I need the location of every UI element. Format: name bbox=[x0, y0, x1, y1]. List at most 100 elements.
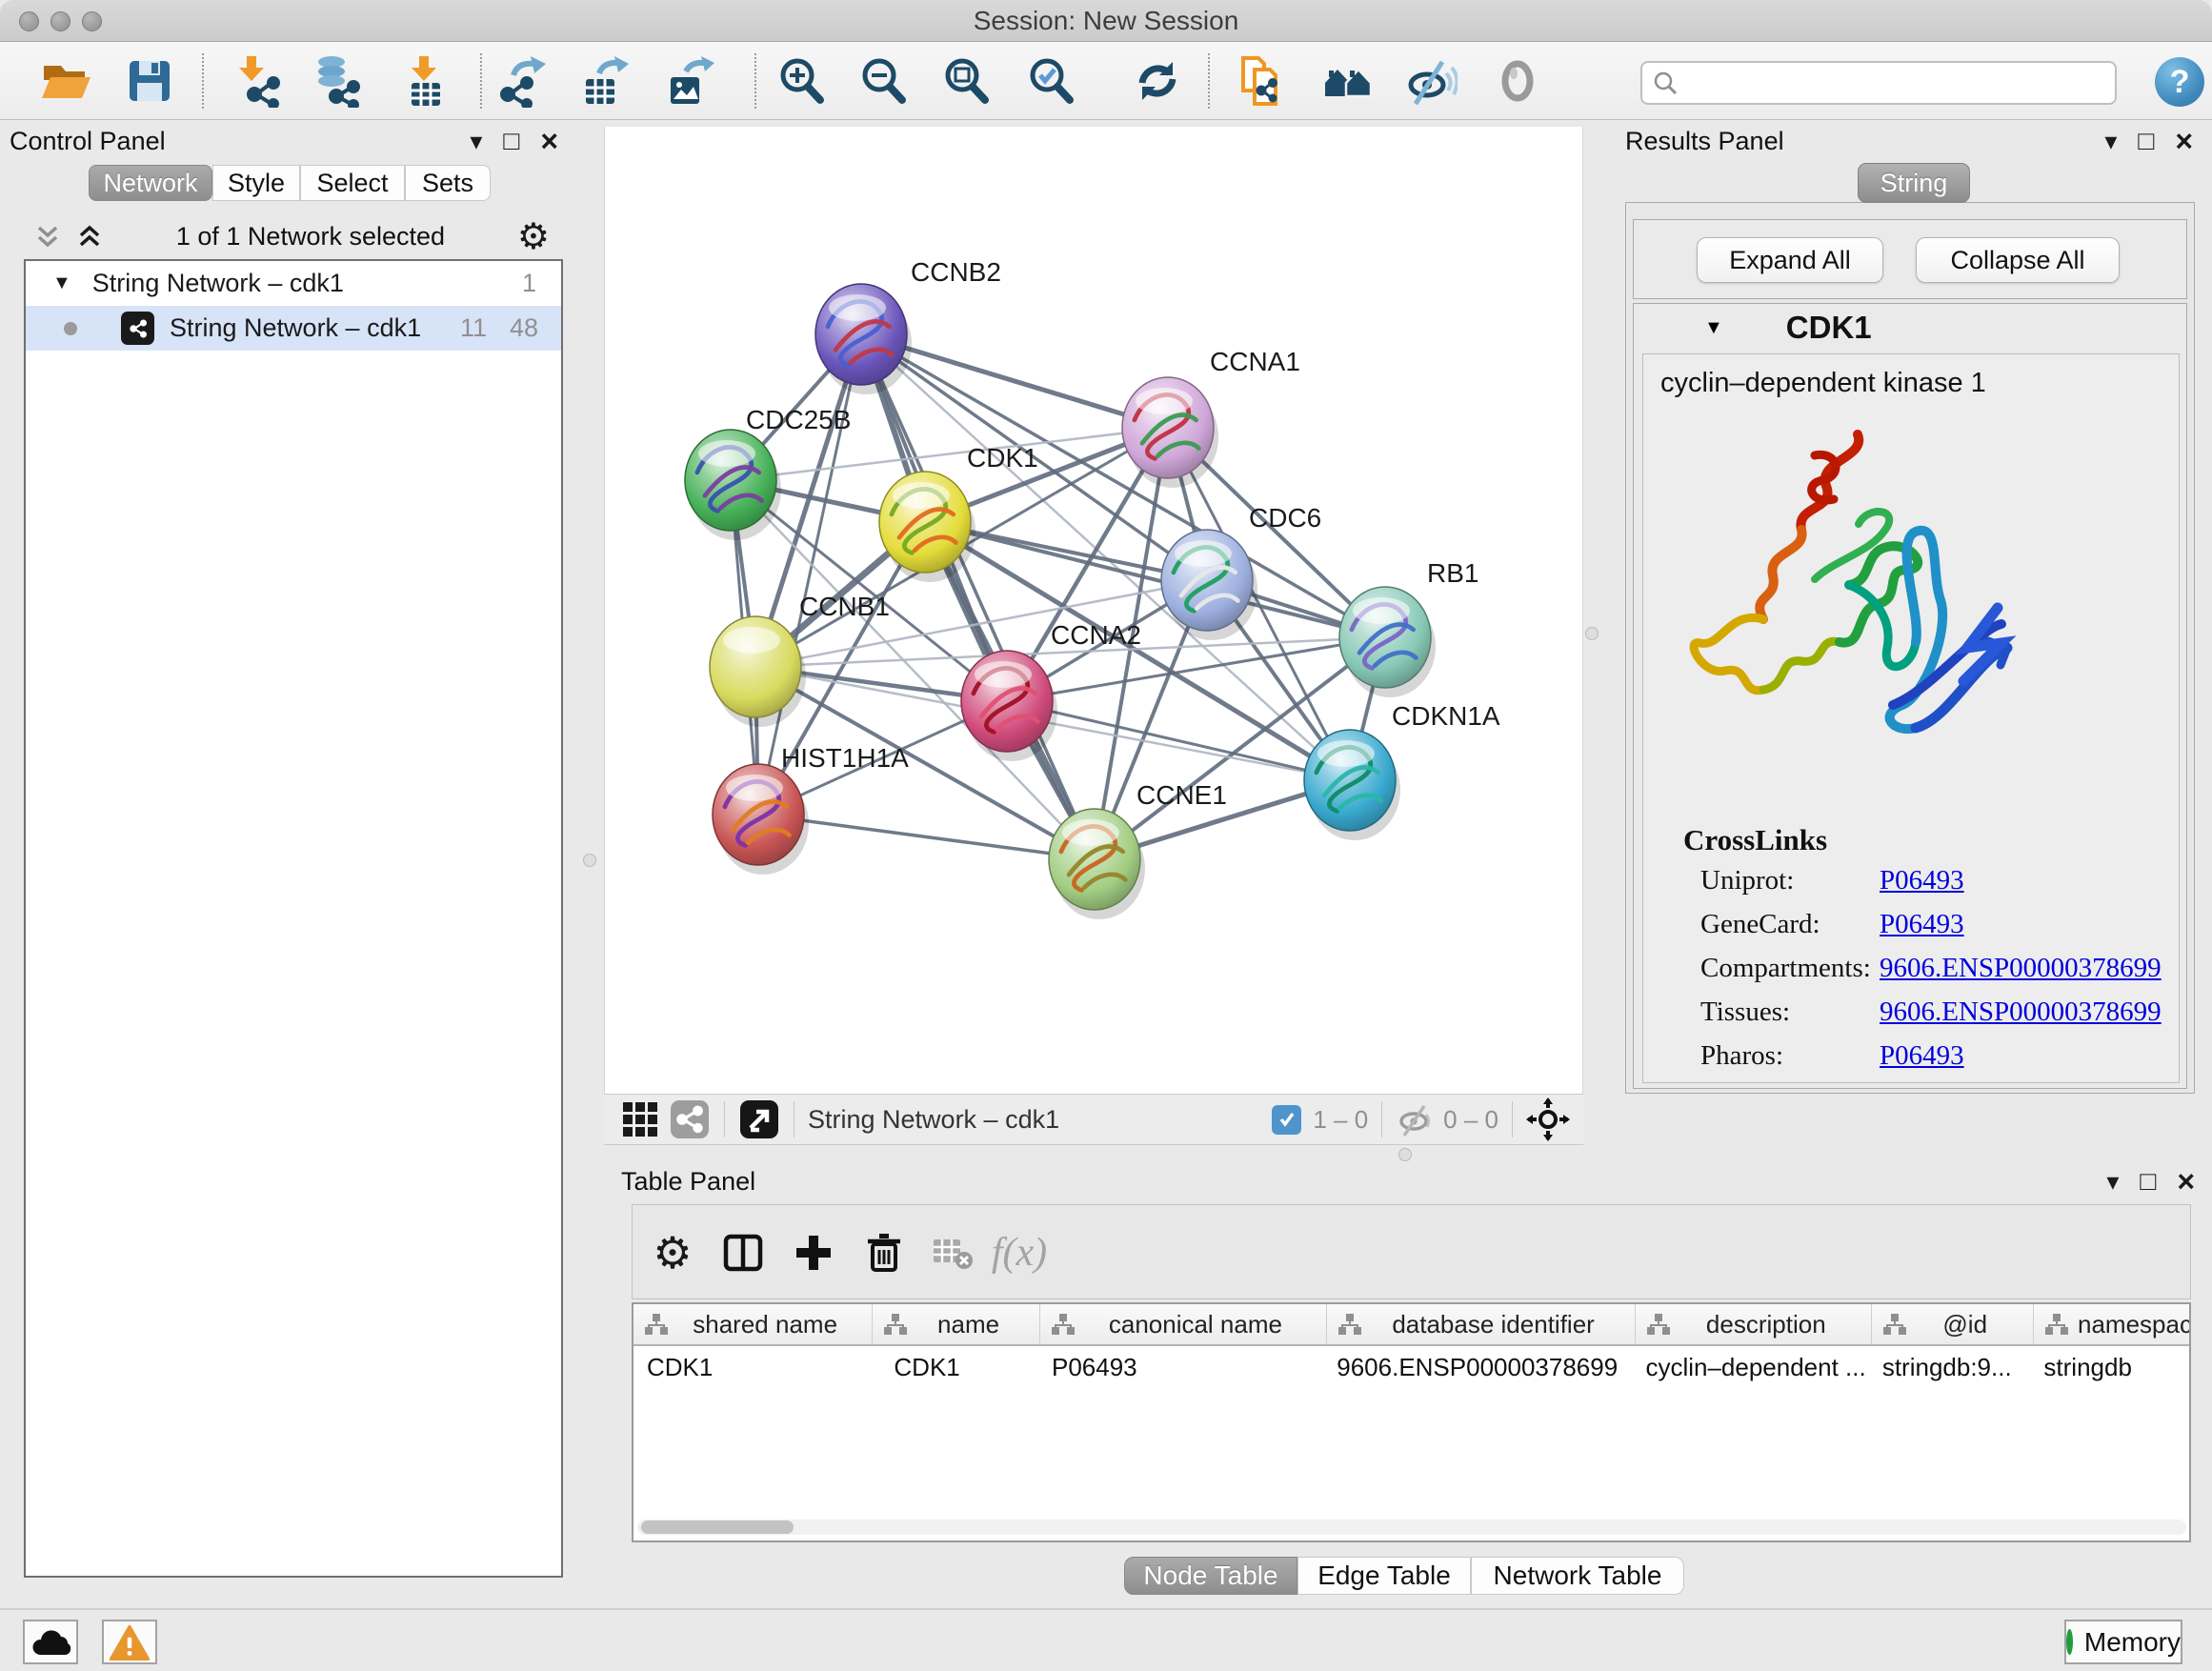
bottom-splitter-handle[interactable] bbox=[1398, 1148, 1412, 1161]
crosslink-value[interactable]: P06493 bbox=[1880, 865, 1964, 896]
collapse-all-button[interactable]: Collapse All bbox=[1916, 237, 2120, 283]
birds-eye-view-button[interactable] bbox=[619, 1098, 661, 1140]
refresh-button[interactable] bbox=[1130, 53, 1185, 109]
expand-all-icon[interactable] bbox=[75, 222, 104, 251]
search-input[interactable] bbox=[1686, 69, 2096, 98]
zoom-fit-button[interactable] bbox=[938, 53, 994, 109]
panel-close-icon[interactable]: × bbox=[2175, 126, 2193, 156]
crosslink-value[interactable]: 9606.ENSP00000378699 bbox=[1880, 953, 2162, 983]
tab-network[interactable]: Network bbox=[89, 165, 212, 201]
results-tab-string[interactable]: String bbox=[1858, 163, 1970, 203]
panel-close-icon[interactable]: × bbox=[2177, 1166, 2195, 1197]
cell-namespace[interactable]: stringdb bbox=[2034, 1346, 2189, 1388]
hidden-eye-slash-icon[interactable] bbox=[1396, 1100, 1434, 1138]
left-splitter-handle[interactable] bbox=[583, 854, 596, 867]
close-window-button[interactable] bbox=[19, 11, 39, 31]
cell-name[interactable]: CDK1 bbox=[873, 1346, 1040, 1388]
cell-database-identifier[interactable]: 9606.ENSP00000378699 bbox=[1327, 1346, 1636, 1388]
collection-expander-icon[interactable]: ▼ bbox=[52, 272, 71, 294]
panel-float-icon[interactable]: □ bbox=[2140, 1168, 2156, 1195]
column-header[interactable]: database identifier bbox=[1327, 1304, 1636, 1344]
export-image-button[interactable] bbox=[662, 53, 717, 109]
show-columns-button[interactable] bbox=[716, 1226, 770, 1279]
open-session-button[interactable] bbox=[38, 53, 93, 109]
warnings-button[interactable] bbox=[102, 1620, 157, 1664]
zoom-out-button[interactable] bbox=[855, 53, 911, 109]
column-header[interactable]: description bbox=[1636, 1304, 1872, 1344]
column-header[interactable]: name bbox=[873, 1304, 1040, 1344]
help-button[interactable]: ? bbox=[2155, 57, 2204, 107]
panel-float-icon[interactable]: □ bbox=[2138, 128, 2154, 154]
network-node-CDC25B[interactable] bbox=[685, 430, 781, 540]
zoom-in-button[interactable] bbox=[774, 53, 829, 109]
delete-column-button[interactable] bbox=[857, 1226, 911, 1279]
memory-button[interactable]: Memory bbox=[2064, 1620, 2182, 1664]
cell-shared-name[interactable]: CDK1 bbox=[633, 1346, 873, 1388]
import-table-button[interactable] bbox=[397, 53, 452, 109]
first-neighbors-button[interactable] bbox=[1320, 53, 1376, 109]
network-node-CDC6[interactable] bbox=[1161, 530, 1257, 640]
network-view[interactable]: CCNB2CCNA1CDC25BCDK1CDC6RB1CCNB1CCNA2CDK… bbox=[604, 127, 1583, 1094]
tab-network-table[interactable]: Network Table bbox=[1471, 1557, 1684, 1595]
network-overview-button[interactable] bbox=[669, 1098, 711, 1140]
hide-selected-button[interactable] bbox=[1403, 53, 1458, 109]
open-in-new-window-button[interactable] bbox=[738, 1098, 780, 1140]
show-all-button[interactable] bbox=[1490, 53, 1545, 109]
function-builder-button[interactable]: f(x) bbox=[993, 1226, 1046, 1279]
export-network-button[interactable] bbox=[495, 53, 551, 109]
export-table-button[interactable] bbox=[577, 53, 633, 109]
network-row[interactable]: String Network – cdk1 11 48 bbox=[26, 306, 561, 351]
panel-dropdown-icon[interactable]: ▾ bbox=[2106, 1169, 2119, 1194]
tab-node-table[interactable]: Node Table bbox=[1124, 1557, 1297, 1595]
save-session-button[interactable] bbox=[122, 53, 177, 109]
network-node-CDK1[interactable] bbox=[879, 472, 975, 582]
cell-canonical-name[interactable]: P06493 bbox=[1040, 1346, 1327, 1388]
gear-icon[interactable]: ⚙ bbox=[517, 215, 550, 258]
panel-dropdown-icon[interactable]: ▾ bbox=[2104, 129, 2117, 153]
network-node-CCNE1[interactable] bbox=[1049, 809, 1145, 919]
network-collection-row[interactable]: ▼ String Network – cdk1 1 bbox=[26, 261, 561, 306]
right-splitter-handle[interactable] bbox=[1585, 627, 1599, 640]
tab-select[interactable]: Select bbox=[300, 165, 405, 201]
network-node-RB1[interactable] bbox=[1339, 587, 1436, 697]
network-node-CDKN1A[interactable] bbox=[1304, 730, 1400, 840]
protein-card-header[interactable]: ▼ CDK1 bbox=[1634, 304, 2186, 352]
panel-close-icon[interactable]: × bbox=[540, 126, 558, 156]
crosslink-value[interactable]: P06493 bbox=[1880, 1040, 1964, 1071]
panel-float-icon[interactable]: □ bbox=[503, 128, 519, 154]
selected-checkbox[interactable] bbox=[1272, 1105, 1301, 1135]
cloud-status-button[interactable] bbox=[23, 1620, 78, 1664]
network-edge-HIST1H1A-CCNE1[interactable] bbox=[758, 815, 1095, 859]
horizontal-scrollbar[interactable] bbox=[637, 1520, 2186, 1535]
cell-description[interactable]: cyclin–dependent ... bbox=[1636, 1346, 1872, 1388]
crosslink-value[interactable]: 9606.ENSP00000378699 bbox=[1880, 997, 2162, 1027]
network-node-CCNA1[interactable] bbox=[1122, 377, 1218, 488]
clear-table-button[interactable] bbox=[926, 1226, 979, 1279]
zoom-selected-button[interactable] bbox=[1023, 53, 1078, 109]
column-header[interactable]: shared name bbox=[633, 1304, 873, 1344]
cell-id[interactable]: stringdb:9... bbox=[1873, 1346, 2035, 1388]
column-header[interactable]: @id bbox=[1872, 1304, 2034, 1344]
table-row[interactable]: CDK1 CDK1 P06493 9606.ENSP00000378699 cy… bbox=[633, 1346, 2189, 1388]
zoom-window-button[interactable] bbox=[82, 11, 102, 31]
network-node-CCNA2[interactable] bbox=[961, 651, 1057, 761]
tab-sets[interactable]: Sets bbox=[405, 165, 491, 201]
column-header[interactable]: canonical name bbox=[1040, 1304, 1327, 1344]
network-snapshot-button[interactable] bbox=[1235, 53, 1290, 109]
column-header[interactable]: namespace bbox=[2034, 1304, 2189, 1344]
tab-style[interactable]: Style bbox=[212, 165, 300, 201]
crosslink-value[interactable]: P06493 bbox=[1880, 909, 1964, 939]
network-edge-CCNA2-CDKN1A[interactable] bbox=[1007, 701, 1350, 780]
import-network-database-button[interactable] bbox=[310, 53, 365, 109]
network-node-HIST1H1A[interactable] bbox=[713, 764, 809, 875]
import-network-file-button[interactable] bbox=[231, 53, 286, 109]
scrollbar-thumb[interactable] bbox=[641, 1520, 794, 1534]
network-canvas[interactable]: CCNB2CCNA1CDC25BCDK1CDC6RB1CCNB1CCNA2CDK… bbox=[605, 127, 1584, 1094]
network-node-CCNB2[interactable] bbox=[815, 284, 912, 394]
network-edge-CCNB2-CCNE1[interactable] bbox=[861, 334, 1095, 859]
collapse-all-icon[interactable] bbox=[33, 222, 62, 251]
table-settings-button[interactable]: ⚙ bbox=[646, 1226, 699, 1279]
create-column-button[interactable] bbox=[787, 1226, 840, 1279]
pan-crosshair-icon[interactable] bbox=[1526, 1097, 1570, 1141]
card-expander-icon[interactable]: ▼ bbox=[1704, 317, 1723, 339]
